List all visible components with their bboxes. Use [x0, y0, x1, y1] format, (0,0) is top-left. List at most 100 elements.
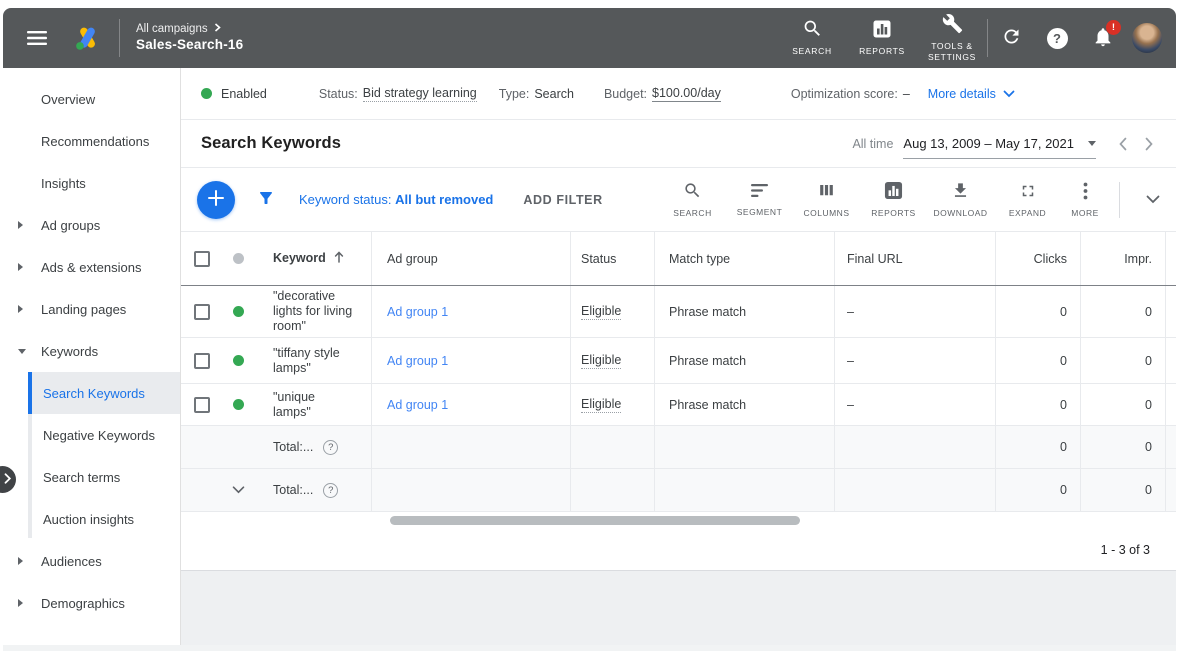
header-ad-group[interactable]: Ad group [371, 232, 570, 285]
keyword-cell: "decorative lights for living room" [273, 289, 353, 333]
sidebar-item-search-keywords[interactable]: Search Keywords [28, 372, 180, 414]
next-period-button[interactable] [1144, 137, 1154, 151]
keyword-status-dot [232, 306, 244, 317]
topbar-tools-button[interactable]: TOOLS & SETTINGS [917, 12, 987, 64]
impr-cell: 0 [1080, 338, 1165, 383]
sidebar-item-ads-extensions[interactable]: Ads & extensions [3, 246, 180, 288]
topbar-reports-button[interactable]: REPORTS [847, 12, 917, 64]
filter-button[interactable] [257, 189, 275, 210]
filter-funnel-icon [257, 189, 275, 210]
plus-icon [207, 189, 225, 210]
refresh-button[interactable] [988, 15, 1034, 61]
clicks-cell: 0 [995, 338, 1080, 383]
google-ads-logo[interactable] [65, 26, 109, 51]
expand-icon [1019, 182, 1037, 203]
reports-icon [884, 181, 903, 203]
chevron-collapsed-icon [18, 263, 23, 271]
toolbar-divider [1119, 181, 1120, 218]
breadcrumb: All campaigns Sales-Search-16 [136, 22, 243, 53]
download-label: DOWNLOAD [933, 208, 988, 218]
breadcrumb-all-campaigns[interactable]: All campaigns [136, 22, 208, 36]
sidebar-item-negative-keywords[interactable]: Negative Keywords [28, 414, 180, 456]
status-value[interactable]: Eligible [581, 397, 622, 413]
table-reports-button[interactable]: REPORTS [860, 175, 927, 225]
date-range-picker[interactable]: All time Aug 13, 2009 – May 17, 2021 [852, 136, 1096, 159]
sidebar-item-label: Ads & extensions [41, 259, 142, 275]
add-keyword-button[interactable] [197, 180, 235, 219]
more-details-button[interactable]: More details [928, 87, 1015, 101]
help-button[interactable]: ? [1034, 15, 1080, 61]
sidebar-item-ad-groups[interactable]: Ad groups [3, 204, 180, 246]
header-final-url[interactable]: Final URL [834, 232, 995, 285]
more-button[interactable]: MORE [1061, 175, 1109, 225]
wrench-icon [942, 13, 963, 37]
notifications-button[interactable]: ! [1080, 15, 1126, 61]
sidebar-item-label: Search Keywords [43, 385, 145, 401]
row-checkbox[interactable] [194, 396, 210, 413]
expand-label: EXPAND [1008, 207, 1047, 218]
enabled-status-dot [201, 88, 212, 99]
more-details-label: More details [927, 86, 996, 101]
horizontal-scrollbar[interactable] [390, 516, 800, 525]
ad-group-link[interactable]: Ad group 1 [387, 354, 448, 368]
sidebar-item-keywords[interactable]: Keywords [3, 330, 180, 372]
collapse-toolbar-button[interactable] [1130, 180, 1176, 220]
sidebar-item-label: Recommendations [41, 133, 150, 149]
hamburger-menu-icon[interactable] [17, 18, 57, 58]
optimization-score-label: Optimization score: [790, 86, 898, 101]
table-toolbar: Keyword status: All but removed ADD FILT… [181, 168, 1176, 232]
add-filter-button[interactable]: ADD FILTER [523, 193, 602, 207]
keywords-submenu: Search Keywords Negative Keywords Search… [3, 372, 180, 540]
reports-icon [872, 19, 892, 42]
help-circle-icon[interactable]: ? [323, 482, 339, 498]
search-icon [683, 181, 702, 203]
help-circle-icon[interactable]: ? [323, 439, 339, 455]
clicks-cell: 0 [995, 384, 1080, 425]
sidebar-item-label: Negative Keywords [43, 427, 155, 443]
ad-group-link[interactable]: Ad group 1 [387, 398, 448, 412]
columns-button[interactable]: COLUMNS [793, 175, 860, 225]
user-avatar[interactable] [1132, 23, 1162, 53]
enabled-label: Enabled [221, 86, 267, 101]
sidebar-item-landing-pages[interactable]: Landing pages [3, 288, 180, 330]
chevron-down-icon [1003, 87, 1015, 101]
sidebar-item-label: Overview [41, 91, 96, 107]
header-clicks[interactable]: Clicks [995, 232, 1080, 285]
sidebar-item-recommendations[interactable]: Recommendations [3, 120, 180, 162]
status-value[interactable]: Eligible [581, 304, 622, 320]
total-impr: 0 [1080, 426, 1165, 468]
expand-total-button[interactable] [232, 486, 245, 494]
sidebar-item-insights[interactable]: Insights [3, 162, 180, 204]
header-keyword[interactable]: Keyword [273, 250, 344, 267]
download-button[interactable]: DOWNLOAD [927, 175, 994, 225]
table-search-button[interactable]: SEARCH [659, 175, 726, 225]
header-impr[interactable]: Impr. [1080, 232, 1165, 285]
topbar-divider [119, 19, 120, 57]
impr-cell: 0 [1080, 384, 1165, 425]
select-all-checkbox[interactable] [194, 250, 210, 267]
sidebar-item-audiences[interactable]: Audiences [3, 540, 180, 582]
row-checkbox[interactable] [194, 352, 210, 369]
header-match-type[interactable]: Match type [654, 232, 834, 285]
sidebar-item-auction-insights[interactable]: Auction insights [28, 498, 180, 540]
header-status[interactable]: Status [570, 232, 654, 285]
status-value[interactable]: Bid strategy learning [362, 86, 477, 102]
sidebar-item-overview[interactable]: Overview [3, 78, 180, 120]
budget-value[interactable]: $100.00/day [652, 86, 721, 102]
segment-button[interactable]: SEGMENT [726, 175, 793, 225]
sidebar-item-demographics[interactable]: Demographics [3, 582, 180, 624]
campaign-name[interactable]: Sales-Search-16 [136, 37, 243, 54]
topbar-search-button[interactable]: SEARCH [777, 12, 847, 64]
previous-period-button[interactable] [1118, 137, 1128, 151]
keyword-status-filter-chip[interactable]: Keyword status: All but removed [299, 192, 493, 207]
expand-button[interactable]: EXPAND [994, 175, 1061, 225]
row-checkbox[interactable] [194, 303, 210, 320]
sidebar-item-label: Audiences [41, 553, 102, 569]
sidebar-item-label: Ad groups [41, 217, 101, 233]
ad-group-link[interactable]: Ad group 1 [387, 305, 448, 319]
sidebar-item-search-terms[interactable]: Search terms [28, 456, 180, 498]
header-keyword-label: Keyword [273, 251, 326, 265]
final-url-cell: – [834, 286, 995, 337]
filter-chip-value: All but removed [395, 192, 494, 207]
status-value[interactable]: Eligible [581, 353, 622, 369]
